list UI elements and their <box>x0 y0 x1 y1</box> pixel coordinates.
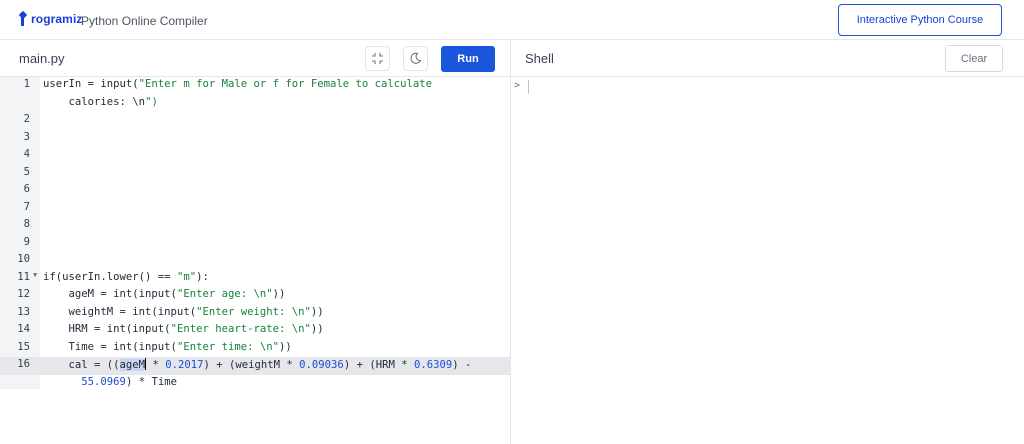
code-line[interactable]: 14 HRM = int(input("Enter heart-rate: \n… <box>0 322 510 340</box>
code-line[interactable]: 12 ageM = int(input("Enter age: \n")) <box>0 287 510 305</box>
programiz-logo[interactable]: rogramiz <box>20 12 82 26</box>
code-line[interactable]: 6 <box>0 182 510 200</box>
code-line[interactable]: 11 ▼ if(userIn.lower() == "m"): <box>0 270 510 288</box>
code-line[interactable]: 1 userIn = input("Enter m for Male or f … <box>0 77 510 95</box>
shell-header: Shell Clear <box>511 41 1024 77</box>
code-text: ageM = int(input("Enter age: \n")) <box>43 288 286 300</box>
line-number: 7 <box>23 200 30 213</box>
line-number: 15 <box>17 340 30 353</box>
line-number: 10 <box>17 253 30 265</box>
line-number: 14 <box>17 323 30 335</box>
code-text: calories: \n") <box>43 95 158 108</box>
line-number: 6 <box>23 183 30 195</box>
code-text: 55.0969) * Time <box>81 375 177 388</box>
programiz-logo-icon <box>20 12 30 26</box>
line-number: 12 <box>17 288 30 300</box>
line-number: 9 <box>23 235 30 248</box>
code-line[interactable]: 2 <box>0 112 510 130</box>
shell-title: Shell <box>525 51 554 66</box>
code-line[interactable]: 5 <box>0 165 510 183</box>
interactive-python-course-button[interactable]: Interactive Python Course <box>838 4 1002 36</box>
run-button[interactable]: Run <box>441 46 495 72</box>
line-number: 16 <box>17 358 30 370</box>
collapse-button[interactable] <box>365 46 390 71</box>
code-line[interactable]: 4 <box>0 147 510 165</box>
line-number: 11 <box>17 270 30 283</box>
code-line[interactable]: 7 <box>0 200 510 218</box>
app-title: Python Online Compiler <box>81 14 208 28</box>
line-number: 13 <box>17 305 30 318</box>
code-text: cal = ((ageM * 0.2017) + (weightM * 0.09… <box>43 358 472 371</box>
shell-prompt: > <box>514 80 521 91</box>
code-text: Time = int(input("Enter time: \n")) <box>43 340 292 353</box>
code-editor[interactable]: 1 userIn = input("Enter m for Male or f … <box>0 77 510 444</box>
code-line[interactable]: 15 Time = int(input("Enter time: \n")) <box>0 340 510 358</box>
shell-input-cursor[interactable] <box>528 80 529 94</box>
file-tab-main-py[interactable]: main.py <box>19 51 65 66</box>
code-line-active[interactable]: 16 cal = ((ageM * 0.2017) + (weightM * 0… <box>0 357 510 375</box>
line-number: 5 <box>23 165 30 178</box>
line-number: 1 <box>23 78 30 90</box>
code-text: userIn = input("Enter m for Male or f fo… <box>43 78 433 90</box>
pane-divider[interactable] <box>510 40 511 444</box>
code-line[interactable]: 13 weightM = int(input("Enter weight: \n… <box>0 305 510 323</box>
code-line[interactable]: 3 <box>0 130 510 148</box>
line-number: 4 <box>23 148 30 160</box>
code-line[interactable]: 8 <box>0 217 510 235</box>
fold-chevron-icon[interactable]: ▼ <box>33 271 37 279</box>
moon-icon <box>410 52 422 64</box>
code-line[interactable]: 55.0969) * Time <box>0 375 510 393</box>
theme-toggle-button[interactable] <box>403 46 428 71</box>
code-text: weightM = int(input("Enter weight: \n")) <box>43 305 324 318</box>
line-number: 2 <box>23 113 30 125</box>
line-number: 8 <box>23 218 30 230</box>
collapse-icon <box>372 53 383 64</box>
clear-button[interactable]: Clear <box>945 45 1003 72</box>
editor-header: main.py Run <box>0 41 511 77</box>
code-line[interactable]: 9 <box>0 235 510 253</box>
code-text: HRM = int(input("Enter heart-rate: \n")) <box>43 323 324 335</box>
code-line[interactable]: 10 <box>0 252 510 270</box>
line-number: 3 <box>23 130 30 143</box>
code-line[interactable]: calories: \n") <box>0 95 510 113</box>
code-text: if(userIn.lower() == "m"): <box>43 270 209 283</box>
top-bar: rogramiz Python Online Compiler Interact… <box>0 0 1024 40</box>
logo-text: rogramiz <box>31 12 83 26</box>
